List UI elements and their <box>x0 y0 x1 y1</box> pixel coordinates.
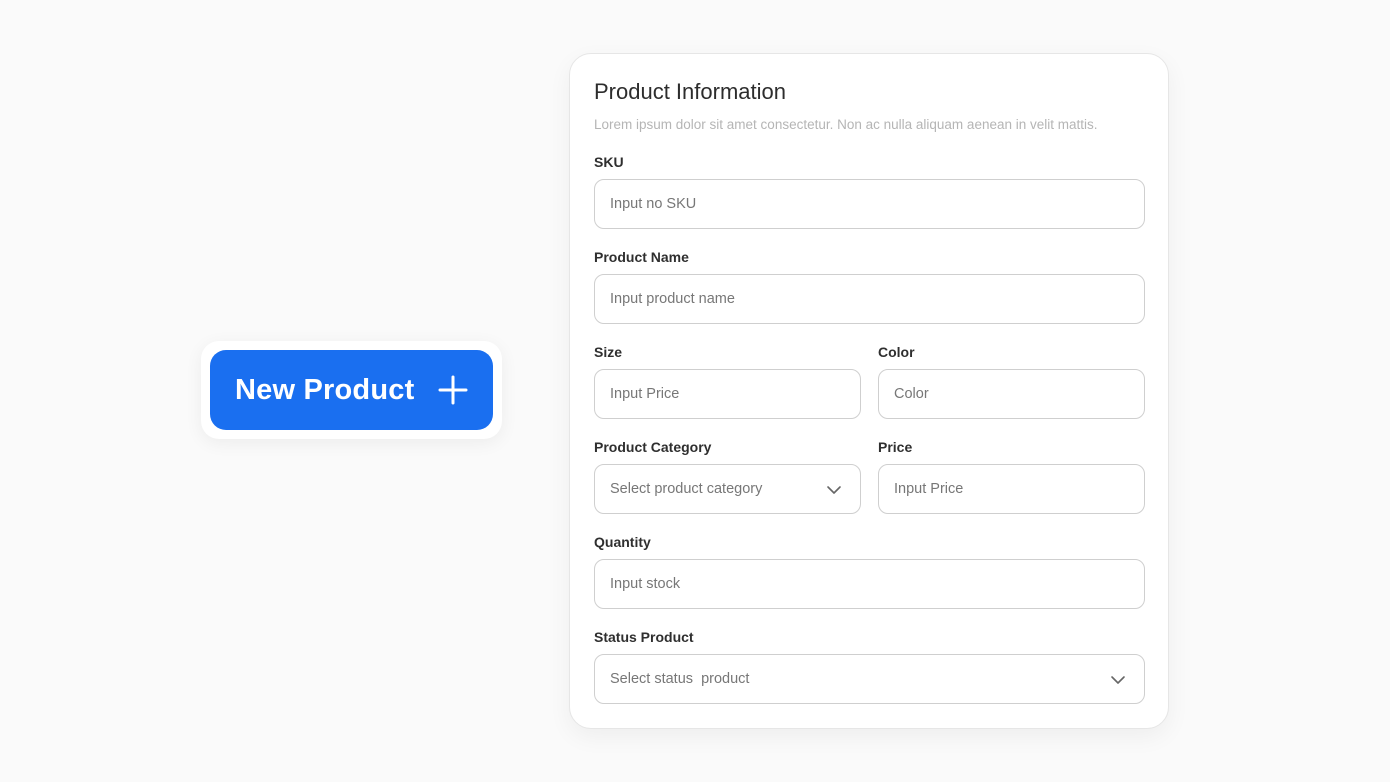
plus-icon <box>438 375 468 405</box>
new-product-button[interactable]: New Product <box>210 350 493 430</box>
color-input[interactable]: Color <box>878 369 1145 419</box>
form-title: Product Information <box>594 79 786 104</box>
product-information-card: Product Information Lorem ipsum dolor si… <box>569 53 1169 729</box>
sku-label: SKU <box>594 154 624 170</box>
sku-input[interactable]: Input no SKU <box>594 179 1145 229</box>
size-placeholder: Input Price <box>610 386 680 402</box>
product-category-label: Product Category <box>594 439 712 455</box>
color-label: Color <box>878 344 915 360</box>
price-label: Price <box>878 439 913 455</box>
status-product-select[interactable]: Select status product <box>594 654 1145 704</box>
chevron-down-icon <box>1111 676 1125 684</box>
new-product-button-label: New Product <box>235 373 415 406</box>
quantity-input[interactable]: Input stock <box>594 559 1145 609</box>
price-input[interactable]: Input Price <box>878 464 1145 514</box>
status-product-placeholder: Select status product <box>610 671 750 687</box>
price-placeholder: Input Price <box>894 481 964 497</box>
product-name-label: Product Name <box>594 249 689 265</box>
color-placeholder: Color <box>894 386 929 402</box>
form-subtitle: Lorem ipsum dolor sit amet consectetur. … <box>594 117 1098 132</box>
quantity-label: Quantity <box>594 534 651 550</box>
sku-placeholder: Input no SKU <box>610 196 697 212</box>
status-product-label: Status Product <box>594 629 694 645</box>
size-input[interactable]: Input Price <box>594 369 861 419</box>
product-name-placeholder: Input product name <box>610 291 735 307</box>
quantity-placeholder: Input stock <box>610 576 681 592</box>
product-category-placeholder: Select product category <box>610 481 763 497</box>
size-label: Size <box>594 344 623 360</box>
product-category-select[interactable]: Select product category <box>594 464 861 514</box>
new-product-button-container: New Product <box>201 341 502 439</box>
chevron-down-icon <box>827 486 841 494</box>
product-name-input[interactable]: Input product name <box>594 274 1145 324</box>
